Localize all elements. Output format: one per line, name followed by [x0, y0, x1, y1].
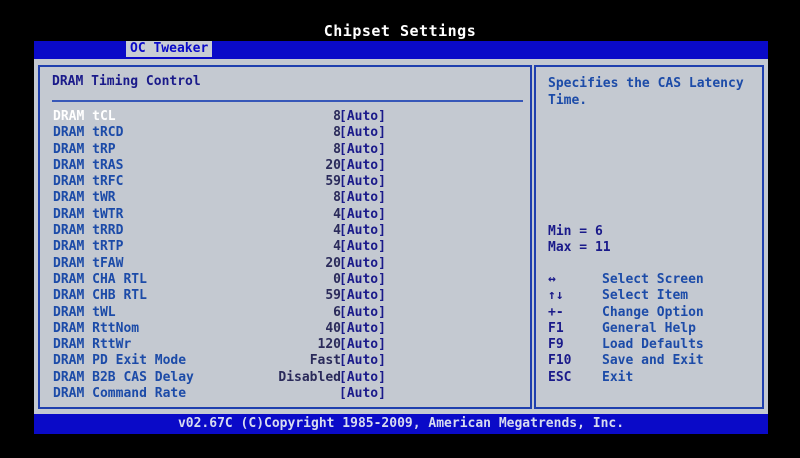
setting-label: DRAM RttNom — [53, 320, 140, 336]
copyright-footer: v02.67C (C)Copyright 1985-2009, American… — [34, 414, 768, 434]
setting-dram-twl[interactable]: DRAM tWL 6 [Auto] — [53, 305, 523, 321]
setting-label: DRAM CHA RTL — [53, 271, 147, 287]
setting-label: DRAM tWR — [53, 190, 116, 206]
setting-dram-b2b-cas-delay[interactable]: DRAM B2B CAS Delay Disabled [Auto] — [53, 370, 523, 386]
key-f9: F9 — [548, 337, 564, 353]
tab-oc-tweaker[interactable]: OC Tweaker — [126, 41, 213, 57]
setting-option[interactable]: [Auto] — [339, 223, 386, 238]
key-row-load-defaults: F9 Load Defaults — [548, 337, 758, 353]
setting-option[interactable]: [Auto] — [339, 370, 386, 385]
setting-option[interactable]: [Auto] — [339, 321, 386, 336]
setting-dram-trfc[interactable]: DRAM tRFC 59 [Auto] — [53, 174, 523, 190]
setting-option[interactable]: [Auto] — [339, 174, 386, 189]
setting-dram-pd-exit-mode[interactable]: DRAM PD Exit Mode Fast [Auto] — [53, 353, 523, 369]
setting-label: DRAM Command Rate — [53, 386, 187, 402]
key-description: Select Item — [602, 288, 689, 304]
value-range: Min = 6 Max = 11 — [548, 224, 611, 257]
setting-dram-tfaw[interactable]: DRAM tFAW 20 [Auto] — [53, 256, 523, 272]
setting-option[interactable]: [Auto] — [339, 125, 386, 140]
setting-dram-trtp[interactable]: DRAM tRTP 4 [Auto] — [53, 239, 523, 255]
setting-option[interactable]: [Auto] — [339, 272, 386, 287]
setting-label: DRAM tWTR — [53, 206, 124, 222]
setting-dram-trp[interactable]: DRAM tRP 8 [Auto] — [53, 142, 523, 158]
setting-option[interactable]: [Auto] — [339, 256, 386, 271]
tab-bar: OC Tweaker — [34, 41, 768, 57]
setting-label: DRAM tRFC — [53, 174, 124, 190]
setting-option[interactable]: [Auto] — [339, 353, 386, 368]
main-panel: DRAM Timing Control DRAM tCL 8 [Auto] DR… — [34, 57, 768, 414]
key-description: Change Option — [602, 304, 704, 320]
key-row-save-exit: F10 Save and Exit — [548, 353, 758, 369]
key-row-change-option: +- Change Option — [548, 305, 758, 321]
setting-option[interactable]: [Auto] — [339, 305, 386, 320]
key-description: Load Defaults — [602, 337, 704, 353]
setting-label: DRAM tRAS — [53, 157, 124, 173]
setting-dram-rttwr[interactable]: DRAM RttWr 120 [Auto] — [53, 337, 523, 353]
setting-option[interactable]: [Auto] — [339, 207, 386, 222]
settings-list: DRAM tCL 8 [Auto] DRAM tRCD 8 [Auto] DRA… — [53, 109, 523, 402]
setting-option[interactable]: [Auto] — [339, 239, 386, 254]
setting-label: DRAM B2B CAS Delay — [53, 369, 194, 385]
window-title: Chipset Settings — [323, 22, 477, 40]
key-description: Select Screen — [602, 272, 704, 287]
up-down-arrow-icon: ↑↓ — [548, 288, 564, 304]
key-legend: ↔ Select Screen ↑↓ Select Item +- Change… — [548, 272, 758, 386]
setting-dram-rttnom[interactable]: DRAM RttNom 40 [Auto] — [53, 321, 523, 337]
setting-dram-twtr[interactable]: DRAM tWTR 4 [Auto] — [53, 207, 523, 223]
setting-dram-trcd[interactable]: DRAM tRCD 8 [Auto] — [53, 125, 523, 141]
key-description: Save and Exit — [602, 353, 704, 369]
setting-label: DRAM RttWr — [53, 337, 132, 353]
setting-value: Fast — [309, 353, 341, 369]
setting-label: DRAM tWL — [53, 304, 116, 320]
plus-minus-key: +- — [548, 304, 564, 320]
key-row-select-item: ↑↓ Select Item — [548, 288, 758, 304]
setting-label: DRAM CHB RTL — [53, 288, 147, 304]
setting-dram-tcl[interactable]: DRAM tCL 8 [Auto] — [53, 109, 523, 125]
key-row-general-help: F1 General Help — [548, 321, 758, 337]
setting-label: DRAM tCL — [53, 109, 116, 124]
setting-option[interactable]: [Auto] — [339, 288, 386, 303]
section-title: DRAM Timing Control — [52, 74, 201, 89]
key-esc: ESC — [548, 369, 572, 385]
key-row-exit: ESC Exit — [548, 370, 758, 386]
setting-dram-trrd[interactable]: DRAM tRRD 4 [Auto] — [53, 223, 523, 239]
help-text: Specifies the CAS Latency Time. — [548, 76, 744, 108]
setting-option[interactable]: [Auto] — [339, 386, 386, 401]
key-f1: F1 — [548, 320, 564, 336]
setting-option[interactable]: [Auto] — [339, 158, 386, 173]
key-description: General Help — [602, 320, 696, 336]
setting-value: Disabled — [278, 369, 341, 385]
key-row-select-screen: ↔ Select Screen — [548, 272, 758, 288]
setting-option[interactable]: [Auto] — [339, 337, 386, 352]
left-right-arrow-icon: ↔ — [548, 272, 556, 287]
section-divider — [52, 100, 523, 102]
setting-label: DRAM tRCD — [53, 125, 124, 141]
setting-option[interactable]: [Auto] — [339, 142, 386, 157]
setting-option[interactable]: [Auto] — [339, 109, 386, 124]
max-value: Max = 11 — [548, 240, 611, 256]
setting-label: DRAM tFAW — [53, 255, 124, 271]
setting-label: DRAM tRP — [53, 141, 116, 157]
setting-label: DRAM tRTP — [53, 239, 124, 255]
key-description: Exit — [602, 369, 634, 385]
key-f10: F10 — [548, 353, 572, 369]
setting-dram-command-rate[interactable]: DRAM Command Rate [Auto] — [53, 386, 523, 402]
setting-label: DRAM tRRD — [53, 223, 124, 239]
setting-dram-cha-rtl[interactable]: DRAM CHA RTL 0 [Auto] — [53, 272, 523, 288]
setting-value: 120 — [317, 337, 341, 353]
setting-label: DRAM PD Exit Mode — [53, 353, 187, 369]
setting-dram-chb-rtl[interactable]: DRAM CHB RTL 59 [Auto] — [53, 288, 523, 304]
min-value: Min = 6 — [548, 224, 603, 239]
setting-option[interactable]: [Auto] — [339, 190, 386, 205]
setting-dram-tras[interactable]: DRAM tRAS 20 [Auto] — [53, 158, 523, 174]
setting-dram-twr[interactable]: DRAM tWR 8 [Auto] — [53, 190, 523, 206]
